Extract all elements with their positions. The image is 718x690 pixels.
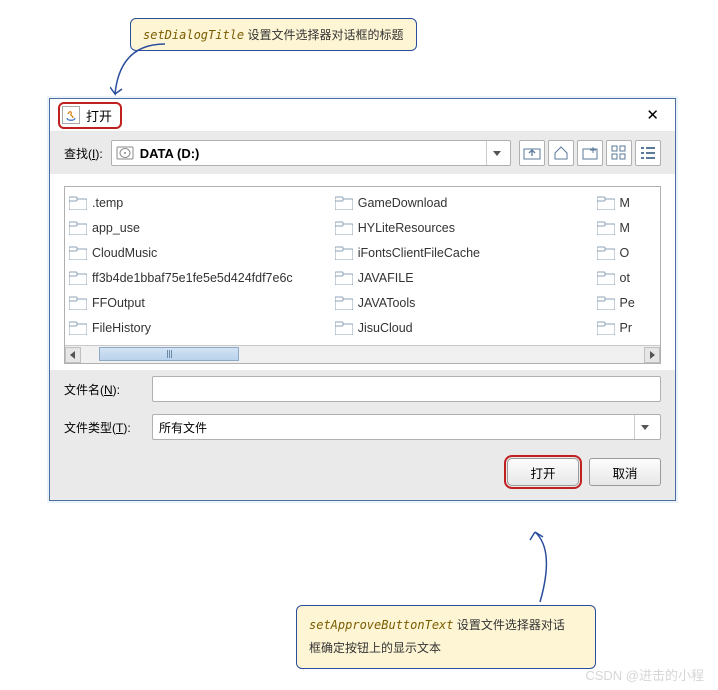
file-name: JAVATools	[358, 296, 416, 310]
file-item[interactable]: M	[597, 193, 657, 212]
file-name: Pe	[620, 296, 635, 310]
filetype-value: 所有文件	[159, 419, 634, 436]
file-chooser-dialog: 打开 ✕ 查找(I): DATA (D:) .temp app_use CloudM…	[49, 98, 676, 501]
folder-icon	[69, 271, 87, 285]
java-icon	[62, 106, 80, 124]
file-item[interactable]: O	[597, 243, 657, 262]
file-item[interactable]: Pe	[597, 293, 657, 312]
filetype-label: 文件类型(T):	[64, 419, 144, 436]
disk-icon	[116, 146, 134, 160]
home-button[interactable]	[548, 140, 574, 166]
close-button[interactable]: ✕	[638, 102, 667, 128]
file-name: FFOutput	[92, 296, 145, 310]
folder-icon	[335, 246, 353, 260]
file-item[interactable]: iFontsClientFileCache	[335, 243, 597, 262]
file-item[interactable]: JAVAFILE	[335, 268, 597, 287]
annotation-code-bottom: setApproveButtonText	[309, 618, 454, 632]
scroll-track[interactable]	[81, 347, 644, 363]
filetype-row: 文件类型(T): 所有文件	[50, 408, 675, 446]
file-name: ff3b4de1bbaf75e1fe5e5d424fdf7e6c	[92, 271, 293, 285]
up-one-level-button[interactable]	[519, 140, 545, 166]
file-item[interactable]: FFOutput	[69, 293, 335, 312]
view-list-button[interactable]	[635, 140, 661, 166]
file-name: .temp	[92, 196, 123, 210]
file-item[interactable]: JisuCloud	[335, 318, 597, 337]
view-icons-button[interactable]	[606, 140, 632, 166]
file-item[interactable]: .temp	[69, 193, 335, 212]
folder-icon	[597, 321, 615, 335]
file-item[interactable]: app_use	[69, 218, 335, 237]
file-item[interactable]: ot	[597, 268, 657, 287]
file-name: JAVAFILE	[358, 271, 414, 285]
file-item[interactable]: CloudMusic	[69, 243, 335, 262]
filename-label: 文件名(N):	[64, 381, 144, 398]
toolbar: 查找(I): DATA (D:)	[50, 132, 675, 174]
folder-icon	[69, 196, 87, 210]
file-item[interactable]: GameDownload	[335, 193, 597, 212]
file-item[interactable]: M	[597, 218, 657, 237]
filetype-dropdown-button[interactable]	[634, 415, 654, 439]
file-name: M	[620, 196, 630, 210]
folder-icon	[335, 221, 353, 235]
lookin-value: DATA (D:)	[140, 146, 480, 161]
folder-icon	[597, 271, 615, 285]
file-item[interactable]: ff3b4de1bbaf75e1fe5e5d424fdf7e6c	[69, 268, 335, 287]
folder-icon	[335, 196, 353, 210]
file-name: ot	[620, 271, 630, 285]
scroll-right-button[interactable]	[644, 347, 660, 363]
folder-icon	[69, 246, 87, 260]
file-name: O	[620, 246, 630, 260]
file-name: GameDownload	[358, 196, 448, 210]
approve-button[interactable]: 打开	[507, 458, 579, 486]
dialog-title: 打开	[86, 106, 112, 125]
folder-icon	[597, 196, 615, 210]
filename-input[interactable]	[152, 376, 661, 402]
file-name: FileHistory	[92, 321, 151, 335]
title-highlight: 打开	[58, 102, 122, 129]
file-name: app_use	[92, 221, 140, 235]
folder-icon	[69, 296, 87, 310]
folder-icon	[335, 296, 353, 310]
folder-icon	[69, 221, 87, 235]
file-name: JisuCloud	[358, 321, 413, 335]
scroll-thumb[interactable]	[99, 347, 239, 361]
cancel-button[interactable]: 取消	[589, 458, 661, 486]
new-folder-button[interactable]	[577, 140, 603, 166]
file-item[interactable]: FileHistory	[69, 318, 335, 337]
file-name: CloudMusic	[92, 246, 157, 260]
annotation-arrow-bottom	[510, 530, 570, 610]
folder-icon	[597, 221, 615, 235]
file-item[interactable]: Pr	[597, 318, 657, 337]
folder-icon	[597, 296, 615, 310]
file-list-area: .temp app_use CloudMusic ff3b4de1bbaf75e1fe…	[64, 186, 661, 364]
watermark: CSDN @进击的小程	[585, 665, 704, 684]
lookin-dropdown-button[interactable]	[486, 141, 506, 165]
lookin-combo[interactable]: DATA (D:)	[111, 140, 511, 166]
lookin-label: 查找(I):	[64, 145, 103, 162]
file-name: M	[620, 221, 630, 235]
file-item[interactable]: JAVATools	[335, 293, 597, 312]
file-name: Pr	[620, 321, 633, 335]
folder-icon	[335, 321, 353, 335]
titlebar: 打开 ✕	[50, 99, 675, 132]
folder-icon	[69, 321, 87, 335]
scroll-left-button[interactable]	[65, 347, 81, 363]
horizontal-scrollbar[interactable]	[65, 345, 660, 363]
annotation-bottom: setApproveButtonText 设置文件选择器对话 框确定按钮上的显示…	[296, 605, 596, 669]
folder-icon	[335, 271, 353, 285]
button-row: 打开 取消	[50, 446, 675, 500]
folder-icon	[597, 246, 615, 260]
filename-row: 文件名(N):	[50, 370, 675, 408]
file-item[interactable]: HYLiteResources	[335, 218, 597, 237]
file-name: iFontsClientFileCache	[358, 246, 480, 260]
filetype-select[interactable]: 所有文件	[152, 414, 661, 440]
file-name: HYLiteResources	[358, 221, 455, 235]
